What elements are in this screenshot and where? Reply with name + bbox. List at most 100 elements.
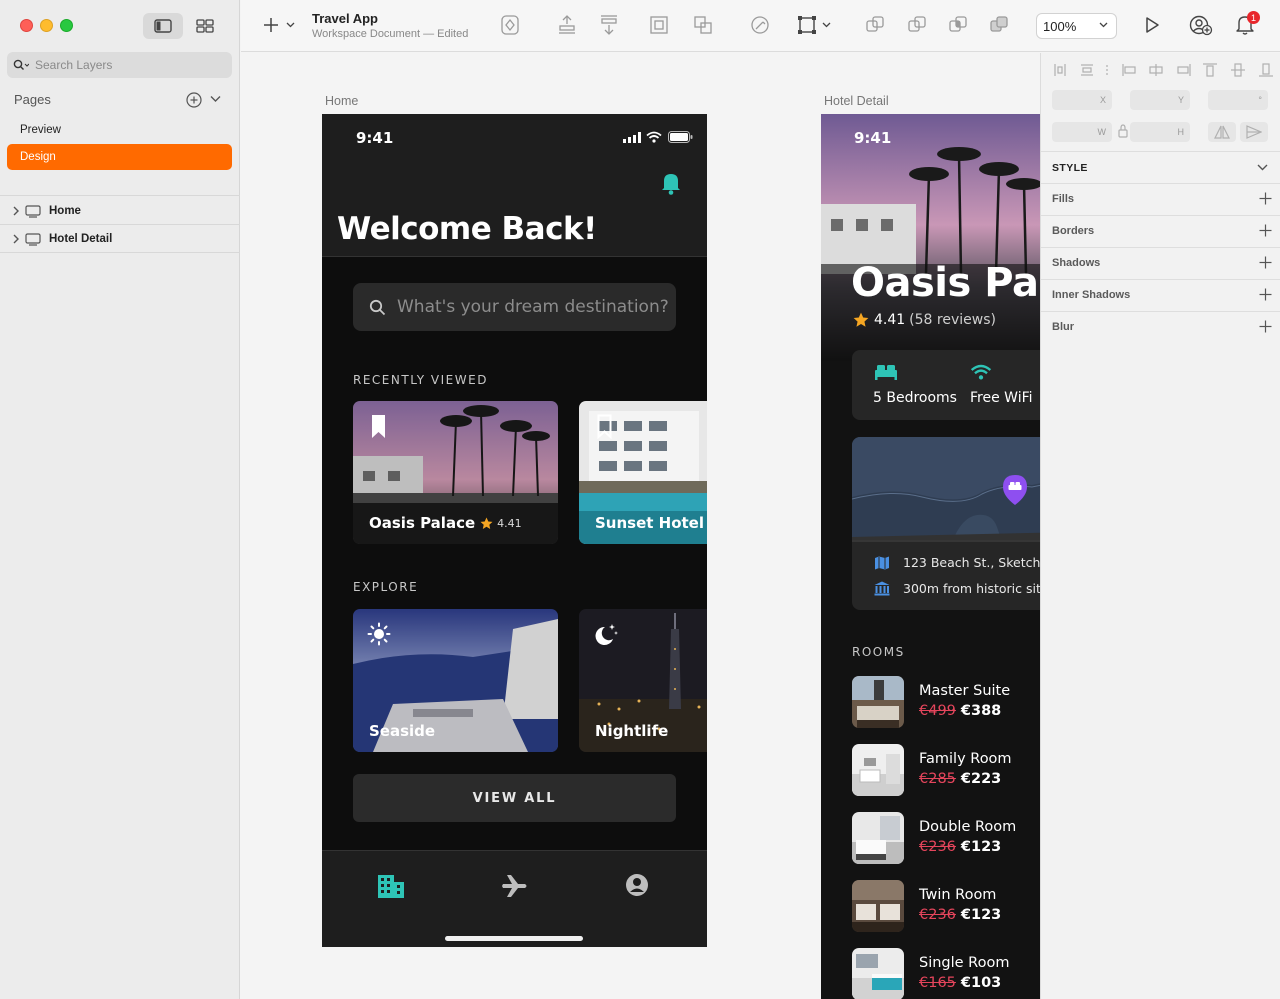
ungroup-button[interactable]	[693, 14, 713, 36]
group-icon	[650, 16, 668, 34]
page-item-label: Design	[20, 151, 56, 163]
ungroup-icon	[694, 16, 712, 34]
artboard-icon	[25, 204, 41, 218]
room-item-master-suite[interactable]: Master Suite €499 €388	[852, 676, 1040, 728]
inspector-divider	[1041, 151, 1280, 152]
add-fill-icon[interactable]	[1259, 192, 1272, 205]
artboard-label-hotel-detail[interactable]: Hotel Detail	[824, 94, 889, 108]
room-item-double-room[interactable]: Double Room €236 €123	[852, 812, 1040, 864]
search-icon	[13, 59, 29, 70]
bell-icon[interactable]	[661, 171, 681, 195]
recent-card-oasis-palace[interactable]: Oasis Palace 4.41	[353, 401, 558, 544]
blur-row[interactable]: Blur	[1052, 311, 1272, 343]
room-name: Family Room	[919, 751, 1012, 767]
room-old-price: €165	[919, 975, 956, 991]
home-indicator	[445, 936, 583, 941]
page-item-preview[interactable]: Preview	[7, 117, 232, 143]
collapse-pages-button[interactable]	[210, 95, 221, 103]
explore-card-seaside[interactable]: Seaside	[353, 609, 558, 752]
insert-button[interactable]	[263, 17, 295, 33]
transform-button[interactable]	[797, 14, 831, 36]
hotel-detail-artboard[interactable]: 9:41 Oasis Palace 4.41 (58 reviews) 5 Be…	[821, 114, 1040, 999]
profile-tab-icon[interactable]	[625, 873, 649, 897]
chevron-right-icon	[13, 234, 19, 244]
shadows-row[interactable]: Shadows	[1052, 247, 1272, 279]
bookmark-icon[interactable]	[371, 414, 386, 439]
minimize-window-button[interactable]	[40, 19, 53, 32]
intersect-button[interactable]	[948, 14, 968, 36]
close-window-button[interactable]	[20, 19, 33, 32]
home-artboard[interactable]: 9:41 Welcome Back! What's your dream des…	[322, 114, 707, 947]
recent-card-sunset-hotel[interactable]: Sunset Hotel	[579, 401, 707, 544]
preview-button[interactable]	[1143, 14, 1161, 36]
width-field-label: W	[1097, 127, 1107, 137]
borders-row[interactable]: Borders	[1052, 215, 1272, 247]
style-row-label: Fills	[1052, 193, 1075, 205]
flip-vertical-button[interactable]	[1240, 122, 1268, 142]
alignment-toolbar-icons[interactable]	[1053, 63, 1273, 77]
explore-card-nightlife[interactable]: Nightlife	[579, 609, 707, 752]
style-row-label: Inner Shadows	[1052, 289, 1131, 301]
move-forward-button[interactable]	[557, 14, 577, 36]
add-shadow-icon[interactable]	[1259, 256, 1272, 269]
destination-search-input[interactable]: What's your dream destination?	[353, 283, 676, 331]
flip-horizontal-button[interactable]	[1208, 122, 1236, 142]
flight-tab-icon[interactable]	[502, 874, 528, 898]
page-item-label: Preview	[20, 124, 61, 136]
layer-item-home[interactable]: Home	[0, 197, 240, 225]
edit-button[interactable]	[750, 14, 770, 36]
room-old-price: €499	[919, 703, 956, 719]
room-item-twin-room[interactable]: Twin Room €236 €123	[852, 880, 1040, 932]
canvas[interactable]: Home Hotel Detail 9:41 Welcome Back! Wha…	[241, 53, 1040, 999]
group-button[interactable]	[649, 14, 669, 36]
lock-ratio-icon[interactable]	[1118, 124, 1128, 138]
create-symbol-button[interactable]	[500, 14, 520, 36]
bookmark-outline-icon[interactable]	[597, 414, 612, 439]
chevron-down-icon	[822, 22, 831, 28]
hotel-pin-icon[interactable]	[1002, 474, 1028, 506]
single-room-photo	[852, 948, 904, 999]
y-position-field[interactable]: Y	[1130, 90, 1190, 110]
zoom-select[interactable]: 100%	[1036, 13, 1117, 39]
page-item-design[interactable]: Design	[7, 144, 232, 170]
artboard-label-home[interactable]: Home	[325, 94, 358, 108]
chevron-right-icon	[13, 206, 19, 216]
move-backward-button[interactable]	[599, 14, 619, 36]
width-field[interactable]: W	[1052, 122, 1112, 142]
sidebar-view-button[interactable]	[143, 13, 183, 39]
amenity-bedrooms: 5 Bedrooms	[873, 390, 957, 406]
x-position-field[interactable]: X	[1052, 90, 1112, 110]
view-all-button[interactable]: VIEW ALL	[353, 774, 676, 822]
inner-shadows-row[interactable]: Inner Shadows	[1052, 279, 1272, 311]
double-room-photo	[852, 812, 904, 864]
zoom-value: 100%	[1043, 18, 1077, 34]
hotel-tab-icon[interactable]	[377, 873, 405, 899]
rotation-field[interactable]: °	[1208, 90, 1268, 110]
flip-vertical-icon	[1246, 125, 1262, 139]
height-field[interactable]: H	[1130, 122, 1190, 142]
difference-button[interactable]	[989, 14, 1009, 36]
union-button[interactable]	[865, 14, 885, 36]
room-item-single-room[interactable]: Single Room €165 €103	[852, 948, 1040, 999]
style-row-label: Borders	[1052, 225, 1095, 237]
share-button[interactable]	[1189, 14, 1213, 36]
chevron-down-icon	[210, 96, 221, 102]
chevron-down-icon[interactable]	[1257, 164, 1268, 171]
fills-row[interactable]: Fills	[1052, 183, 1272, 215]
zoom-window-button[interactable]	[60, 19, 73, 32]
add-border-icon[interactable]	[1259, 224, 1272, 237]
search-layers-input[interactable]: Search Layers	[7, 52, 232, 78]
align-bottom-icon	[601, 15, 617, 35]
room-item-family-room[interactable]: Family Room €285 €223	[852, 744, 1040, 796]
add-blur-icon[interactable]	[1259, 320, 1272, 333]
flip-horizontal-icon	[1214, 125, 1230, 139]
layer-item-hotel-detail[interactable]: Hotel Detail	[0, 225, 240, 253]
location-card[interactable]: 123 Beach St., Sketch 300m from historic…	[852, 437, 1040, 610]
symbol-icon	[501, 15, 519, 35]
sidebar-divider	[0, 195, 240, 196]
add-inner-shadow-icon[interactable]	[1259, 288, 1272, 301]
subtract-button[interactable]	[907, 14, 927, 36]
grid-view-button[interactable]	[185, 13, 225, 39]
inspector-panel: X Y ° W H STYLE Fills Borders Shadows In…	[1040, 53, 1280, 999]
add-page-button[interactable]	[186, 92, 202, 108]
